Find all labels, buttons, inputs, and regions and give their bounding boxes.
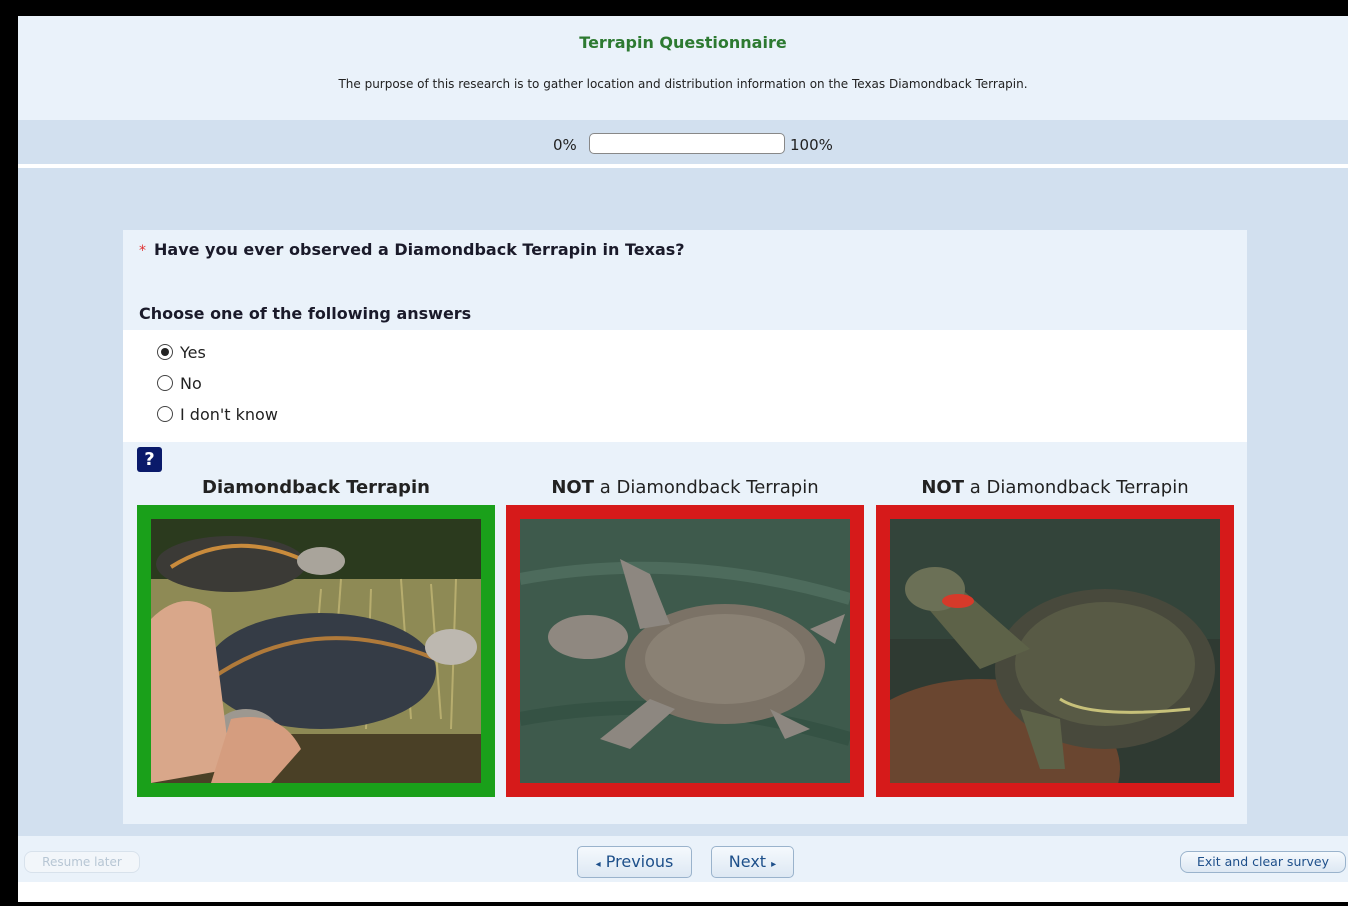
exit-clear-survey-button[interactable]: Exit and clear survey	[1180, 851, 1346, 873]
caption-rest: a Diamondback Terrapin	[964, 477, 1189, 498]
caption-diamondback: Diamondback Terrapin	[137, 477, 495, 498]
next-label: Next	[728, 852, 767, 871]
progress-start-label: 0%	[553, 136, 577, 154]
answer-label: Yes	[180, 342, 206, 362]
previous-button[interactable]: ◂ Previous	[577, 846, 692, 878]
survey-footer: Resume later ◂ Previous Next ▸ Exit and …	[18, 836, 1348, 882]
required-marker: *	[139, 243, 146, 259]
caption-bold: NOT	[921, 477, 965, 498]
answer-no[interactable]: No	[157, 371, 202, 395]
radio-no[interactable]	[157, 375, 173, 391]
survey-body: * Have you ever observed a Diamondback Te…	[18, 168, 1348, 836]
resume-later-button[interactable]: Resume later	[24, 851, 140, 873]
help-icon[interactable]: ?	[137, 447, 162, 472]
survey-header: Terrapin Questionnaire The purpose of th…	[18, 16, 1348, 120]
sea-turtle-photo	[520, 519, 850, 783]
survey-title: Terrapin Questionnaire	[579, 33, 787, 52]
question-text: * Have you ever observed a Diamondback Te…	[139, 240, 685, 259]
answer-label: I don't know	[180, 404, 278, 424]
next-button[interactable]: Next ▸	[711, 846, 794, 878]
slider-photo	[890, 519, 1220, 783]
survey-description: The purpose of this research is to gathe…	[338, 77, 1028, 91]
sea-turtle-image	[506, 505, 864, 797]
question-card: * Have you ever observed a Diamondback Te…	[123, 230, 1247, 824]
window-frame: Terrapin Questionnaire The purpose of th…	[8, 8, 1348, 906]
answer-dont-know[interactable]: I don't know	[157, 402, 278, 426]
caption-not-1: NOT a Diamondback Terrapin	[506, 477, 864, 498]
answer-yes[interactable]: Yes	[157, 340, 206, 364]
survey-page: Terrapin Questionnaire The purpose of th…	[18, 16, 1348, 902]
red-eared-slider-image	[876, 505, 1234, 797]
diamondback-terrapin-image	[137, 505, 495, 797]
radio-yes[interactable]	[157, 344, 173, 360]
previous-label: Previous	[605, 852, 674, 871]
caption-bold: NOT	[551, 477, 595, 498]
question-help: Choose one of the following answers	[139, 304, 472, 323]
answer-list: Yes No I don't know	[123, 330, 1247, 442]
progress-bar	[589, 133, 785, 154]
caption-bold: Diamondback Terrapin	[202, 477, 430, 498]
caption-not-2: NOT a Diamondback Terrapin	[876, 477, 1234, 498]
question-label: Have you ever observed a Diamondback Ter…	[154, 240, 685, 259]
chevron-left-icon: ◂	[595, 859, 601, 870]
caption-rest: a Diamondback Terrapin	[594, 477, 819, 498]
radio-dont-know[interactable]	[157, 406, 173, 422]
terrapin-photo	[151, 519, 481, 783]
progress-end-label: 100%	[790, 136, 833, 154]
chevron-right-icon: ▸	[771, 859, 777, 870]
progress-row: 0% 100%	[18, 120, 1348, 166]
answer-label: No	[180, 373, 202, 393]
